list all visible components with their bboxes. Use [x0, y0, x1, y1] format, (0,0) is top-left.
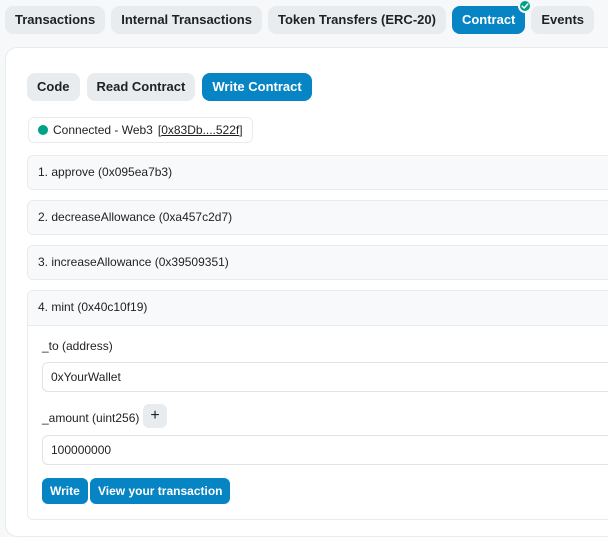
tab-read-contract[interactable]: Read Contract — [86, 73, 196, 101]
tab-token-transfers[interactable]: Token Transfers (ERC-20) — [267, 6, 446, 34]
tab-events[interactable]: Events — [531, 6, 595, 34]
write-button[interactable]: Write — [42, 478, 88, 504]
tab-internal-transactions[interactable]: Internal Transactions — [111, 6, 262, 34]
address-bracket-right: ] — [239, 123, 243, 137]
contract-sub-tabs: Code Read Contract Write Contract — [27, 73, 312, 101]
tab-code[interactable]: Code — [27, 73, 80, 101]
function-increase-allowance[interactable]: 3. increaseAllowance (0x39509351) — [27, 245, 608, 280]
contract-page-tabs: Transactions Internal Transactions Token… — [5, 0, 595, 36]
amount-label: _amount (uint256) — [42, 411, 140, 425]
tab-write-contract[interactable]: Write Contract — [202, 73, 312, 101]
to-address-input[interactable]: 0xYourWallet — [42, 362, 608, 392]
verified-check-icon — [518, 0, 533, 13]
connected-address-link[interactable]: 0x83Db....522f — [161, 123, 239, 137]
contract-card: Code Read Contract Write Contract Connec… — [5, 47, 608, 537]
function-mint-panel: 4. mint (0x40c10f19) _to (address) 0xYou… — [27, 290, 608, 520]
connected-status-icon — [38, 125, 48, 135]
wallet-connection-status: Connected - Web3 [0x83Db....522f] — [28, 117, 253, 143]
function-mint-header[interactable]: 4. mint (0x40c10f19) — [28, 291, 608, 326]
connection-status-text: Connected - Web3 — [53, 123, 153, 137]
function-approve[interactable]: 1. approve (0x095ea7b3) — [27, 155, 608, 190]
function-decrease-allowance[interactable]: 2. decreaseAllowance (0xa457c2d7) — [27, 200, 608, 235]
tab-contract[interactable]: Contract — [451, 6, 526, 34]
address-open-bracket: [0x83Db....522f] — [158, 123, 243, 137]
to-address-label: _to (address) — [42, 339, 113, 353]
amount-input[interactable]: 100000000 — [42, 435, 608, 465]
expand-amount-button[interactable]: + — [143, 404, 167, 428]
view-transaction-button[interactable]: View your transaction — [90, 478, 231, 504]
tab-contract-wrapper: Contract — [451, 0, 533, 36]
tab-transactions[interactable]: Transactions — [5, 6, 106, 34]
